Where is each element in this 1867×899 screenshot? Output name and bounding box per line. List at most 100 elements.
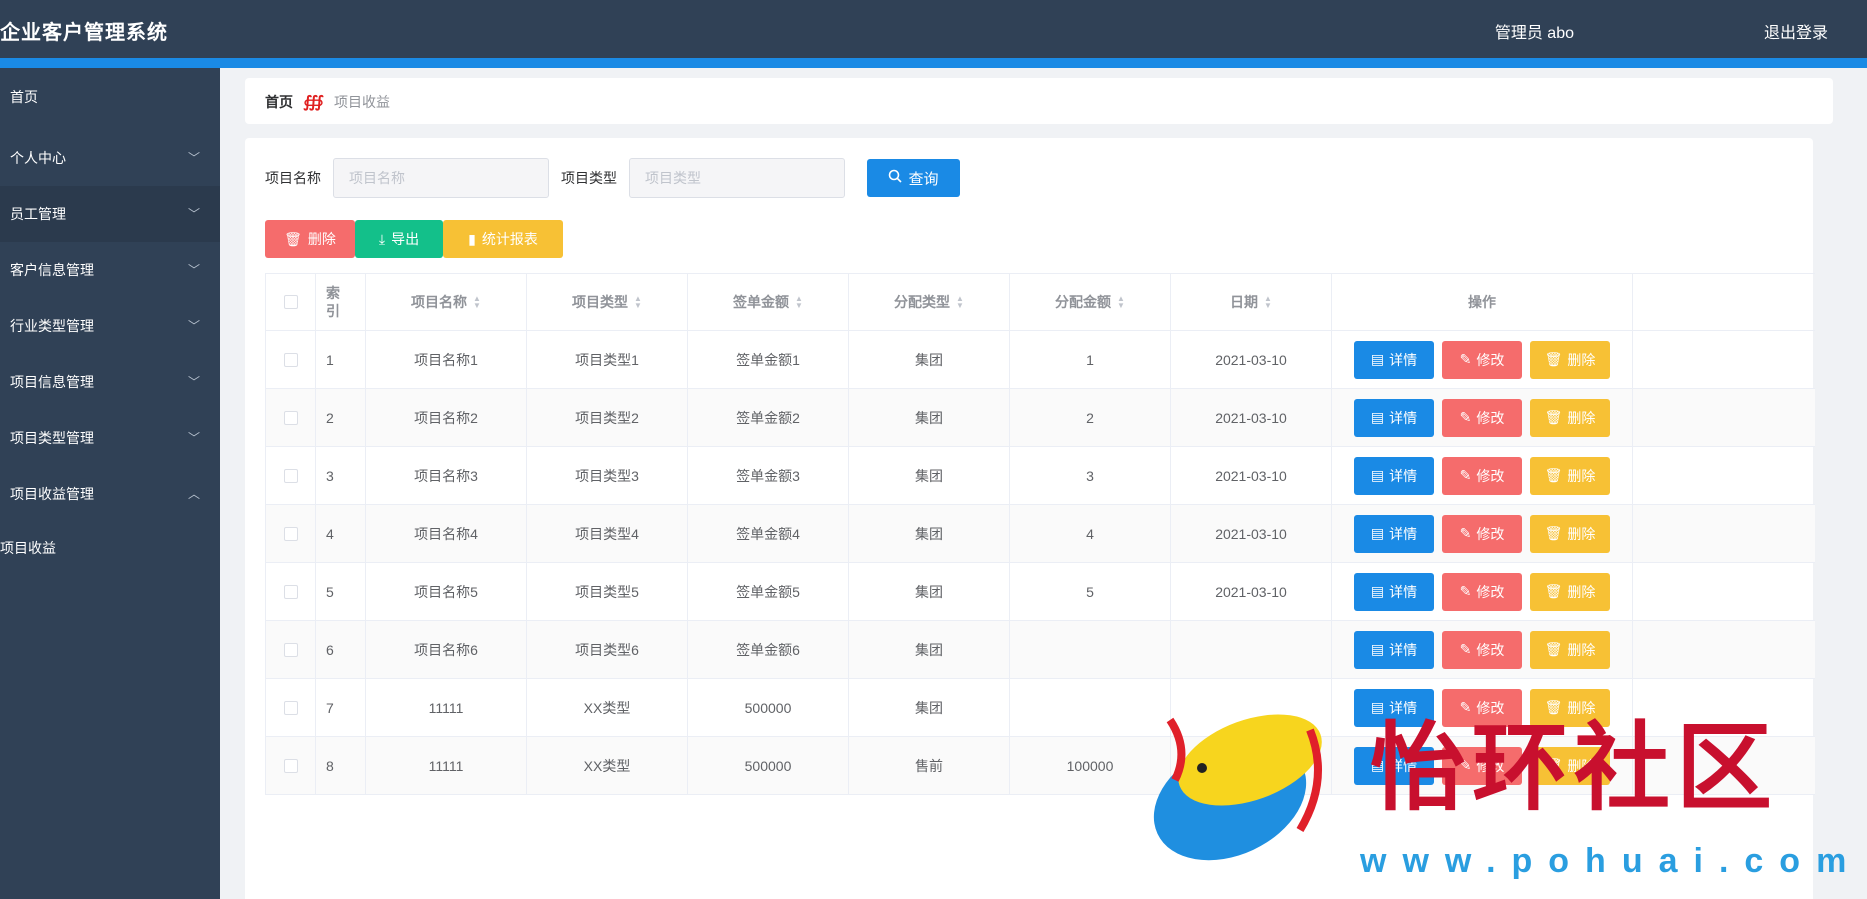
sort-icon[interactable]: ▲ ▼ xyxy=(634,295,642,310)
delete-button[interactable]: 🗑 删除 xyxy=(1530,630,1610,669)
delete-label: 删除 xyxy=(1567,641,1596,658)
detail-button[interactable]: ▤ 详情 xyxy=(1354,572,1434,611)
sidebar-item-project-types[interactable]: 项目类型管理 ﹀ xyxy=(0,410,220,466)
document-icon: ▤ xyxy=(1370,409,1385,425)
delete-label: 删除 xyxy=(1567,351,1596,368)
cell-index: 2 xyxy=(316,389,366,446)
sort-icon[interactable]: ▲ ▼ xyxy=(473,295,481,310)
table-row: 2 项目名称2 项目类型2 签单金额2 集团 2 2021-03-10 ▤ 详情 ✎ 修改 🗑 删… xyxy=(266,389,1815,447)
sidebar-item-projects[interactable]: 项目信息管理 ﹀ xyxy=(0,354,220,410)
row-checkbox-cell xyxy=(266,679,316,736)
row-checkbox[interactable] xyxy=(283,700,298,715)
delete-button[interactable]: 🗑 删除 xyxy=(1530,688,1610,727)
sidebar-item-project-revenue[interactable]: 项目收益管理 ︿ xyxy=(0,466,220,522)
breadcrumb-home[interactable]: 首页 xyxy=(265,92,293,112)
row-checkbox[interactable] xyxy=(283,468,298,483)
cell-dist-amount: 2 xyxy=(1010,389,1171,446)
delete-button[interactable]: 🗑 删除 xyxy=(1530,746,1610,785)
header-index-label: 索引 xyxy=(326,285,340,319)
detail-label: 详情 xyxy=(1389,467,1418,484)
cell-type: 项目类型3 xyxy=(527,447,688,504)
detail-button[interactable]: ▤ 详情 xyxy=(1354,340,1434,379)
select-all-checkbox[interactable] xyxy=(283,295,298,309)
edit-label: 修改 xyxy=(1476,583,1505,600)
row-checkbox[interactable] xyxy=(283,526,298,541)
breadcrumb: 首页 ∰ 项目收益 xyxy=(265,92,390,112)
header-dist-amount[interactable]: 分配金额 ▲ ▼ xyxy=(1010,274,1171,330)
row-checkbox-cell xyxy=(266,447,316,504)
query-button[interactable]: 查询 xyxy=(867,159,960,197)
cell-name: 11111 xyxy=(366,737,527,794)
sidebar-item-profile[interactable]: 个人中心 ﹀ xyxy=(0,130,220,186)
bulk-delete-button[interactable]: 🗑 删除 xyxy=(265,220,355,258)
sidebar-subitem-project-revenue[interactable]: 项目收益 xyxy=(0,522,220,574)
header-accent-bar xyxy=(0,58,1867,68)
header-type[interactable]: 项目类型 ▲ ▼ xyxy=(527,274,688,330)
edit-button[interactable]: ✎ 修改 xyxy=(1442,456,1522,495)
project-type-input[interactable]: 项目类型 xyxy=(629,158,845,198)
cell-dist-amount xyxy=(1010,679,1171,736)
sidebar-item-employees[interactable]: 员工管理 ﹀ xyxy=(0,186,220,242)
content-card: 项目名称 项目名称 项目类型 项目类型 查询 🗑 删除 ⤓ 导出 ▮ 统计报表 … xyxy=(245,138,1815,899)
detail-button[interactable]: ▤ 详情 xyxy=(1354,456,1434,495)
row-checkbox[interactable] xyxy=(283,758,298,773)
sidebar-item-customers[interactable]: 客户信息管理 ﹀ xyxy=(0,242,220,298)
edit-button[interactable]: ✎ 修改 xyxy=(1442,340,1522,379)
sort-icon[interactable]: ▲ ▼ xyxy=(956,295,964,310)
header-name[interactable]: 项目名称 ▲ ▼ xyxy=(366,274,527,330)
delete-button[interactable]: 🗑 删除 xyxy=(1530,572,1610,611)
row-checkbox[interactable] xyxy=(283,642,298,657)
cell-ops: ▤ 详情 ✎ 修改 🗑 删除 xyxy=(1332,447,1633,504)
detail-button[interactable]: ▤ 详情 xyxy=(1354,398,1434,437)
cell-type: XX类型 xyxy=(527,679,688,736)
row-checkbox[interactable] xyxy=(283,410,298,425)
header-ops-label: 操作 xyxy=(1468,294,1496,310)
cell-ops: ▤ 详情 ✎ 修改 🗑 删除 xyxy=(1332,389,1633,446)
edit-label: 修改 xyxy=(1476,409,1505,426)
row-checkbox[interactable] xyxy=(283,352,298,367)
delete-button[interactable]: 🗑 删除 xyxy=(1530,514,1610,553)
header-sign-amount[interactable]: 签单金额 ▲ ▼ xyxy=(688,274,849,330)
cell-type: 项目类型4 xyxy=(527,505,688,562)
header-date[interactable]: 日期 ▲ ▼ xyxy=(1171,274,1332,330)
logout-link[interactable]: 退出登录 xyxy=(1764,19,1828,43)
trash-icon: 🗑 xyxy=(1544,467,1563,483)
detail-button[interactable]: ▤ 详情 xyxy=(1354,514,1434,553)
edit-button[interactable]: ✎ 修改 xyxy=(1442,514,1522,553)
detail-button[interactable]: ▤ 详情 xyxy=(1354,630,1434,669)
cell-ops: ▤ 详情 ✎ 修改 🗑 删除 xyxy=(1332,505,1633,562)
edit-button[interactable]: ✎ 修改 xyxy=(1442,746,1522,785)
header-ops: 操作 xyxy=(1332,274,1633,330)
edit-button[interactable]: ✎ 修改 xyxy=(1442,572,1522,611)
delete-button[interactable]: 🗑 删除 xyxy=(1530,340,1610,379)
bulk-delete-label: 删除 xyxy=(307,231,336,247)
detail-button[interactable]: ▤ 详情 xyxy=(1354,746,1434,785)
edit-icon: ✎ xyxy=(1459,409,1472,425)
edit-icon: ✎ xyxy=(1459,525,1472,541)
sort-icon[interactable]: ▲ ▼ xyxy=(795,295,803,310)
sidebar-item-industry-types[interactable]: 行业类型管理 ﹀ xyxy=(0,298,220,354)
trash-icon: 🗑 xyxy=(1544,641,1563,657)
document-icon: ▤ xyxy=(1370,583,1385,599)
edit-icon: ✎ xyxy=(1459,467,1472,483)
sort-icon[interactable]: ▲ ▼ xyxy=(1117,295,1125,310)
sort-icon[interactable]: ▲ ▼ xyxy=(1264,295,1272,310)
edit-icon: ✎ xyxy=(1459,757,1472,773)
detail-button[interactable]: ▤ 详情 xyxy=(1354,688,1434,727)
delete-button[interactable]: 🗑 删除 xyxy=(1530,398,1610,437)
detail-label: 详情 xyxy=(1389,583,1418,600)
project-name-input[interactable]: 项目名称 xyxy=(333,158,549,198)
delete-button[interactable]: 🗑 删除 xyxy=(1530,456,1610,495)
sidebar-item-home[interactable]: 首页 xyxy=(0,68,220,130)
header-dist-type[interactable]: 分配类型 ▲ ▼ xyxy=(849,274,1010,330)
row-checkbox[interactable] xyxy=(283,584,298,599)
header-index: 索引 xyxy=(316,274,366,330)
document-icon: ▤ xyxy=(1370,699,1385,715)
edit-button[interactable]: ✎ 修改 xyxy=(1442,398,1522,437)
edit-button[interactable]: ✎ 修改 xyxy=(1442,630,1522,669)
cell-dist-amount: 3 xyxy=(1010,447,1171,504)
edit-button[interactable]: ✎ 修改 xyxy=(1442,688,1522,727)
report-button[interactable]: ▮ 统计报表 xyxy=(443,220,563,258)
export-button[interactable]: ⤓ 导出 xyxy=(355,220,443,258)
trash-icon: 🗑 xyxy=(1544,699,1563,715)
